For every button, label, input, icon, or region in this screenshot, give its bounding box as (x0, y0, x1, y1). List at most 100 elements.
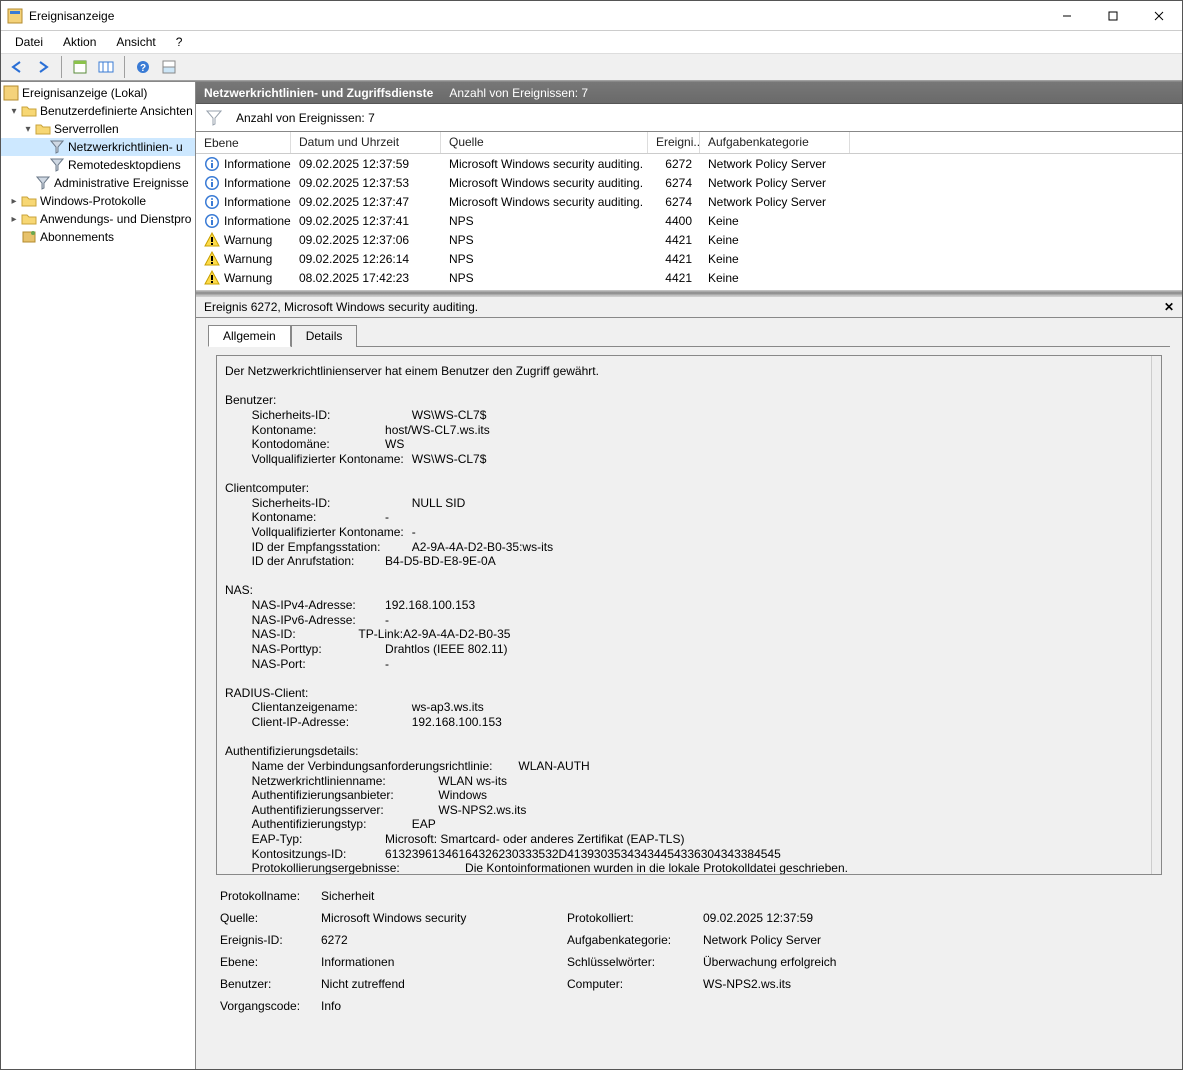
info-icon (204, 213, 220, 229)
subscriptions-icon (21, 229, 37, 245)
forward-button[interactable] (31, 55, 55, 79)
table-row[interactable]: Informationen09.02.2025 12:37:41NPS4400K… (196, 211, 1182, 230)
menu-action[interactable]: Aktion (53, 33, 106, 51)
eventviewer-icon (3, 85, 19, 101)
tree-admin-label: Administrative Ereignisse (54, 176, 189, 190)
meta-keywords-value: Überwachung erfolgreich (703, 955, 1158, 969)
tree-root[interactable]: Ereignisanzeige (Lokal) (1, 84, 195, 102)
menu-view[interactable]: Ansicht (106, 33, 165, 51)
event-metadata: Protokollname: Sicherheit Quelle: Micros… (220, 889, 1158, 1013)
folder-icon (21, 103, 37, 119)
event-message-box[interactable]: Der Netzwerkrichtlinienserver hat einem … (216, 355, 1162, 875)
tree-rds-label: Remotedesktopdiens (68, 158, 181, 172)
properties-button[interactable] (68, 55, 92, 79)
meta-taskcat-value: Network Policy Server (703, 933, 1158, 947)
expander-icon[interactable]: ▾ (21, 124, 35, 135)
folder-icon (21, 211, 37, 227)
folder-icon (21, 193, 37, 209)
navigation-tree[interactable]: Ereignisanzeige (Lokal) ▾ Benutzerdefini… (1, 82, 196, 1069)
filter-icon (49, 157, 65, 173)
warning-icon (204, 232, 220, 248)
tree-admin[interactable]: Administrative Ereignisse (1, 174, 195, 192)
maximize-button[interactable] (1090, 1, 1136, 30)
view-header-title: Netzwerkrichtlinien- und Zugriffsdienste (204, 86, 433, 100)
detail-header-text: Ereignis 6272, Microsoft Windows securit… (204, 300, 478, 314)
tree-custom-views[interactable]: ▾ Benutzerdefinierte Ansichten (1, 102, 195, 120)
col-level[interactable]: Ebene (196, 132, 291, 153)
meta-user-value: Nicht zutreffend (321, 977, 561, 991)
filter-icon (206, 110, 222, 126)
meta-source-value: Microsoft Windows security (321, 911, 561, 925)
meta-opcode-label: Vorgangscode: (220, 999, 315, 1013)
table-row[interactable]: Warnung09.02.2025 12:37:06NPS4421Keine (196, 230, 1182, 249)
meta-keywords-label: Schlüsselwörter: (567, 955, 697, 969)
table-row[interactable]: Informationen09.02.2025 12:37:59Microsof… (196, 154, 1182, 173)
info-icon (204, 156, 220, 172)
tree-subs-label: Abonnements (40, 230, 114, 244)
detail-close-button[interactable]: ✕ (1164, 300, 1174, 314)
tree-server-roles-label: Serverrollen (54, 122, 119, 136)
filter-icon (35, 175, 51, 191)
detail-header: Ereignis 6272, Microsoft Windows securit… (196, 296, 1182, 318)
tab-details[interactable]: Details (291, 325, 358, 347)
tree-subs[interactable]: Abonnements (1, 228, 195, 246)
message-scrollbar[interactable] (1151, 356, 1161, 874)
tree-winlogs-label: Windows-Protokolle (40, 194, 146, 208)
meta-opcode-value: Info (321, 999, 561, 1013)
meta-taskcat-label: Aufgabenkategorie: (567, 933, 697, 947)
view-header-sub: Anzahl von Ereignissen: 7 (449, 86, 588, 100)
event-message: Der Netzwerkrichtlinienserver hat einem … (225, 364, 1153, 875)
meta-level-label: Ebene: (220, 955, 315, 969)
table-row[interactable]: Warnung08.02.2025 17:42:23NPS4421Keine (196, 268, 1182, 287)
columns-button[interactable] (94, 55, 118, 79)
tab-general[interactable]: Allgemein (208, 325, 291, 347)
col-category[interactable]: Aufgabenkategorie (700, 132, 850, 153)
tree-custom-views-label: Benutzerdefinierte Ansichten (40, 104, 193, 118)
minimize-button[interactable] (1044, 1, 1090, 30)
table-row[interactable]: Warnung09.02.2025 12:26:14NPS4421Keine (196, 249, 1182, 268)
filter-text: Anzahl von Ereignissen: 7 (236, 111, 375, 125)
tree-root-label: Ereignisanzeige (Lokal) (22, 86, 147, 100)
meta-logged-value: 09.02.2025 12:37:59 (703, 911, 1158, 925)
filter-icon (49, 139, 65, 155)
warning-icon (204, 251, 220, 267)
meta-logname-label: Protokollname: (220, 889, 315, 903)
col-source[interactable]: Quelle (441, 132, 648, 153)
expander-icon[interactable]: ▸ (7, 214, 21, 225)
col-date[interactable]: Datum und Uhrzeit (291, 132, 441, 153)
col-id[interactable]: Ereigni... (648, 132, 700, 153)
preview-button[interactable] (157, 55, 181, 79)
tree-winlogs[interactable]: ▸ Windows-Protokolle (1, 192, 195, 210)
meta-eventid-label: Ereignis-ID: (220, 933, 315, 947)
help-button[interactable]: ? (131, 55, 155, 79)
menu-file[interactable]: Datei (5, 33, 53, 51)
tree-rds[interactable]: Remotedesktopdiens (1, 156, 195, 174)
expander-icon[interactable]: ▸ (7, 196, 21, 207)
info-icon (204, 175, 220, 191)
meta-source-label: Quelle: (220, 911, 315, 925)
tree-appservices[interactable]: ▸ Anwendungs- und Dienstpro (1, 210, 195, 228)
window-title: Ereignisanzeige (29, 9, 1044, 23)
expander-icon[interactable]: ▾ (7, 106, 21, 117)
tree-nps-label: Netzwerkrichtlinien- u (68, 140, 183, 154)
app-icon (7, 8, 23, 24)
tree-nps[interactable]: Netzwerkrichtlinien- u (1, 138, 195, 156)
toolbar: ? (1, 53, 1182, 81)
back-button[interactable] (5, 55, 29, 79)
info-icon (204, 194, 220, 210)
table-row[interactable]: Informationen09.02.2025 12:37:47Microsof… (196, 192, 1182, 211)
meta-computer-value: WS-NPS2.ws.its (703, 977, 1158, 991)
grid-header[interactable]: Ebene Datum und Uhrzeit Quelle Ereigni..… (196, 132, 1182, 154)
window-titlebar: Ereignisanzeige (1, 1, 1182, 31)
warning-icon (204, 270, 220, 286)
meta-logname-value: Sicherheit (321, 889, 561, 903)
event-grid[interactable]: Ebene Datum und Uhrzeit Quelle Ereigni..… (196, 132, 1182, 290)
svg-text:?: ? (140, 63, 146, 74)
close-button[interactable] (1136, 1, 1182, 30)
table-row[interactable]: Informationen09.02.2025 12:37:53Microsof… (196, 173, 1182, 192)
meta-computer-label: Computer: (567, 977, 697, 991)
menu-help[interactable]: ? (166, 33, 193, 51)
meta-logged-label: Protokolliert: (567, 911, 697, 925)
folder-icon (35, 121, 51, 137)
tree-server-roles[interactable]: ▾ Serverrollen (1, 120, 195, 138)
